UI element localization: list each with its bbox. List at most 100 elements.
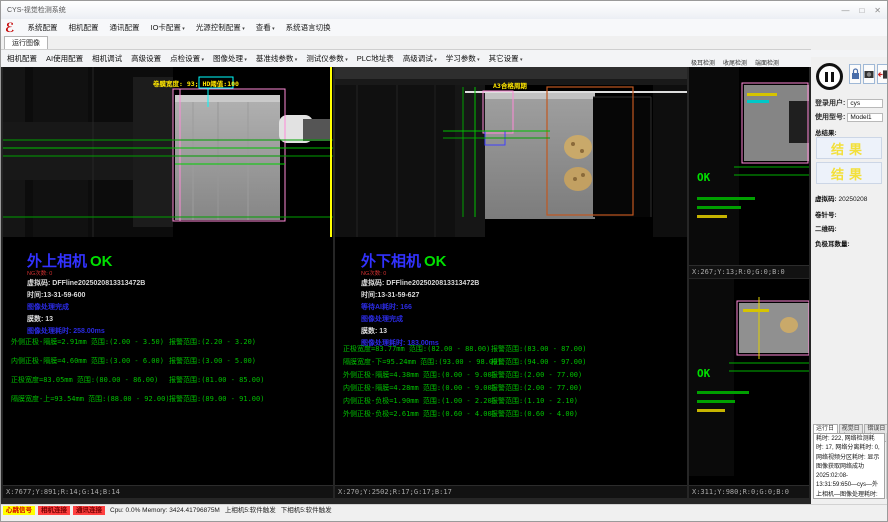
- left-camera-result-title: 外上相机OK: [27, 253, 145, 271]
- pause-button[interactable]: [816, 63, 843, 90]
- toolbar-item-6[interactable]: 基准线参数 ▾: [256, 53, 297, 64]
- middle-process-done: 图像处理完成: [361, 314, 479, 326]
- tab-run-image[interactable]: 运行图像: [4, 36, 48, 49]
- toolbar-item-10[interactable]: 学习参数 ▾: [446, 53, 480, 64]
- measurement-row: 外侧正极-负极=2.61mm 范围:(0.60 - 4.00)报警范围:(0.6…: [343, 408, 586, 421]
- middle-ai-time: 等待AI耗时: 166: [361, 302, 479, 314]
- small-bottom-coordinate-strip: X:311;Y:980;R:0;G:0;B:0: [689, 485, 809, 498]
- app-window: CYS-视觉检测系统 — □ ✕ ℰ 系统配置相机配置通讯配置IO卡配置 ▾光源…: [0, 0, 888, 522]
- chevron-down-icon: ▾: [519, 57, 523, 63]
- menu-item-5[interactable]: 查看 ▾: [256, 22, 275, 33]
- menu-bar: ℰ 系统配置相机配置通讯配置 IO卡配置 ▾ 光源控制配置 ▾ 查看 ▾ 系统语言切换: [1, 19, 887, 36]
- left-coordinate-strip: X:7677;Y:891;R:14;G:14;B:14: [3, 485, 333, 498]
- measurement-row: 外侧正极-隔膜=2.91mm 范围:(2.00 - 3.50)报警范围:(2.2…: [11, 333, 264, 352]
- chevron-down-icon: ▾: [271, 26, 275, 32]
- measurement-text: 内侧正极-隔膜=4.28mm 范围:(0.00 - 9.00): [343, 382, 491, 395]
- menu-item-2[interactable]: 通讯配置: [109, 22, 139, 33]
- lock-button[interactable]: [849, 64, 861, 84]
- measurement-row: 外侧正极-隔膜=4.38mm 范围:(0.00 - 9.00)报警范围:(2.0…: [343, 369, 586, 382]
- upper-camera-trigger-status: 上相机5:软件触发: [225, 506, 276, 515]
- camera-button[interactable]: [863, 64, 875, 84]
- toolbar-item-7[interactable]: 测试仪参数 ▾: [306, 53, 347, 64]
- chevron-down-icon: ▾: [433, 57, 437, 63]
- toolbar-item-0[interactable]: 相机配置: [7, 53, 37, 64]
- menu-item-1[interactable]: 相机配置: [68, 22, 98, 33]
- left-camera-ok-status: OK: [90, 253, 113, 270]
- logout-button[interactable]: [877, 64, 888, 84]
- lower-camera-trigger-status: 下相机5:软件触发: [281, 506, 332, 515]
- qr-code-label: 二维码:: [815, 226, 837, 233]
- middle-camera-info: 外下相机OK NG次数: 0 虚拟码: DFFline2025020813313…: [361, 253, 479, 350]
- measurement-row: 正极宽度=83.77mm 范围:(82.00 - 88.00)报警范围:(83.…: [343, 343, 586, 356]
- left-timestamp: 时间:13-31-59-600: [27, 290, 145, 302]
- toolbar-item-9[interactable]: 高级调试 ▾: [403, 53, 437, 64]
- measurement-row: 隔膜宽度-上=93.54mm 范围:(88.00 - 92.00)报警范围:(8…: [11, 390, 264, 409]
- viewport-middle-camera[interactable]: A3合格周期 外下相机OK NG次数: 0 虚拟码: DFFline202502…: [335, 67, 687, 498]
- viewport-small-top[interactable]: OK X:267;Y:13;R:0;G:0;B:0: [689, 67, 809, 278]
- middle-camera-ok-status: OK: [424, 253, 447, 270]
- alarm-range-text: 报警范围:(2.00 - 77.00): [491, 369, 582, 382]
- measurement-row: 隔膜宽度-下=95.24mm 范围:(93.00 - 98.00)报警范围:(9…: [343, 356, 586, 369]
- viewport-small-bottom[interactable]: OK X:311;Y:980;R:0;G:0;B:0: [689, 279, 809, 498]
- status-bar: 心跳信号相机连接通讯连接 Cpu: 0.0% Memory: 3424.4179…: [1, 504, 887, 522]
- alarm-range-text: 报警范围:(3.00 - 5.00): [169, 352, 256, 371]
- middle-camera-result-title: 外下相机OK: [361, 253, 479, 271]
- small-view-caption-0[interactable]: 极耳检测: [691, 58, 715, 67]
- alarm-range-text: 报警范围:(0.60 - 4.00): [491, 408, 578, 421]
- chevron-down-icon: ▾: [243, 57, 247, 63]
- measurement-row: 正极宽度=83.05mm 范围:(80.00 - 86.00)报警范围:(81.…: [11, 371, 264, 390]
- menu-bar-items: 系统配置相机配置通讯配置 IO卡配置 ▾ 光源控制配置 ▾ 查看 ▾ 系统语言切换: [27, 22, 330, 33]
- status-badges: 心跳信号相机连接通讯连接: [3, 506, 105, 515]
- measurement-text: 正极宽度=83.77mm 范围:(82.00 - 88.00): [343, 343, 491, 356]
- close-button[interactable]: ✕: [874, 6, 881, 15]
- minimize-button[interactable]: —: [841, 6, 849, 15]
- middle-camera-name: 外下相机: [361, 253, 421, 270]
- small-top-ok-status: OK: [697, 171, 710, 184]
- small-view-caption-2[interactable]: 端面检测: [755, 58, 779, 67]
- viewport-left-camera[interactable]: 卷膜宽度: 93; HD阈值:100 外上相机OK NG次数: 0 虚拟码: D…: [3, 67, 333, 498]
- middle-ng-note: NG次数: 0: [361, 271, 479, 278]
- status-badge-1: 相机连接: [38, 506, 70, 515]
- chevron-down-icon: ▾: [293, 57, 297, 63]
- toolbar-item-5[interactable]: 图像处理 ▾: [213, 53, 247, 64]
- middle-timestamp: 时间:13-31-59-627: [361, 290, 479, 302]
- small-view-caption-1[interactable]: 收尾检测: [723, 58, 747, 67]
- toolbar-item-4[interactable]: 点检设置 ▾: [170, 53, 204, 64]
- app-logo-icon: ℰ: [5, 21, 14, 34]
- toolbar-item-11[interactable]: 其它设置 ▾: [489, 53, 523, 64]
- main-area: 卷膜宽度: 93; HD阈值:100 外上相机OK NG次数: 0 虚拟码: D…: [1, 67, 811, 504]
- measurement-text: 隔膜宽度-下=95.24mm 范围:(93.00 - 98.00): [343, 356, 491, 369]
- middle-virtual-code: 虚拟码: DFFline2025020813313472B: [361, 278, 479, 290]
- needle-number-label: 卷针号:: [815, 212, 837, 219]
- log-output[interactable]: 耗时: 222, 网络检测耗时: 17, 网络分离耗时: 0, 网络视频分区耗时…: [813, 433, 885, 499]
- measurement-row: 内侧正极-负极=1.90mm 范围:(1.00 - 2.20)报警范围:(1.1…: [343, 395, 586, 408]
- logout-icon: [878, 69, 888, 80]
- total-result-label: 总结果:: [815, 130, 837, 137]
- left-film-count: 膜数: 13: [27, 314, 145, 326]
- middle-coordinate-strip: X:270;Y:2502;R:17;G:17;B:17: [335, 485, 687, 498]
- left-overlay-measurement-text: 卷膜宽度: 93; HD阈值:100: [153, 78, 239, 88]
- measurement-text: 内侧正极-负极=1.90mm 范围:(1.00 - 2.20): [343, 395, 491, 408]
- toolbar-item-8[interactable]: PLC地址表: [357, 53, 394, 64]
- chevron-down-icon: ▾: [344, 57, 348, 63]
- measurement-text: 外侧正极-隔膜=2.91mm 范围:(2.00 - 3.50): [11, 333, 169, 352]
- middle-measurement-list: 正极宽度=83.77mm 范围:(82.00 - 88.00)报警范围:(83.…: [343, 343, 586, 421]
- toolbar-item-2[interactable]: 相机调试: [92, 53, 122, 64]
- menu-item-4[interactable]: 光源控制配置 ▾: [196, 22, 245, 33]
- model-value[interactable]: Model1: [847, 113, 883, 122]
- left-camera-info: 外上相机OK NG次数: 0 虚拟码: DFFline2025020813313…: [27, 253, 145, 338]
- menu-item-3[interactable]: IO卡配置 ▾: [150, 22, 184, 33]
- menu-item-0[interactable]: 系统配置: [27, 22, 57, 33]
- result-display-2: 结果: [816, 162, 882, 184]
- alarm-range-text: 报警范围:(2.00 - 77.00): [491, 382, 582, 395]
- toolbar-item-3[interactable]: 高级设置: [131, 53, 161, 64]
- maximize-button[interactable]: □: [859, 6, 864, 15]
- chevron-down-icon: ▾: [200, 57, 204, 63]
- small-bottom-ok-status: OK: [697, 367, 710, 380]
- menu-item-6[interactable]: 系统语言切换: [286, 22, 331, 33]
- measurement-text: 内侧正极-隔膜=4.60mm 范围:(3.00 - 6.00): [11, 352, 169, 371]
- login-user-value[interactable]: cys: [847, 99, 883, 108]
- negative-tab-count-label: 负极耳数量:: [815, 241, 850, 248]
- measurement-row: 内侧正极-隔膜=4.28mm 范围:(0.00 - 9.00)报警范围:(2.0…: [343, 382, 586, 395]
- toolbar-item-1[interactable]: AI使用配置: [46, 53, 83, 64]
